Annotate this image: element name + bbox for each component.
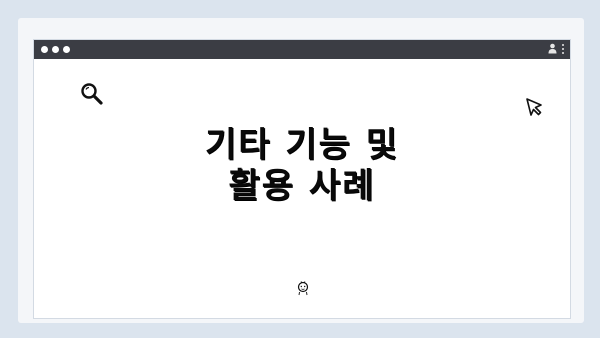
window-titlebar [34, 40, 570, 59]
window-control-dot[interactable] [41, 46, 48, 53]
browser-window: 기타 기능 및 활용 사례 [34, 40, 570, 318]
slide-heading: 기타 기능 및 활용 사례 [34, 125, 570, 207]
window-control-dot[interactable] [63, 46, 70, 53]
slide-heading-line-1: 기타 기능 및 [204, 125, 400, 165]
cursor-icon [526, 98, 542, 116]
mascot-icon [297, 281, 309, 296]
user-icon[interactable] [548, 43, 557, 54]
window-control-dot[interactable] [52, 46, 59, 53]
search-icon [81, 83, 103, 105]
titlebar-icons [548, 43, 564, 54]
slide-heading-line-2: 활용 사례 [228, 166, 376, 206]
more-vertical-icon[interactable] [562, 43, 564, 54]
window-controls [41, 46, 70, 53]
